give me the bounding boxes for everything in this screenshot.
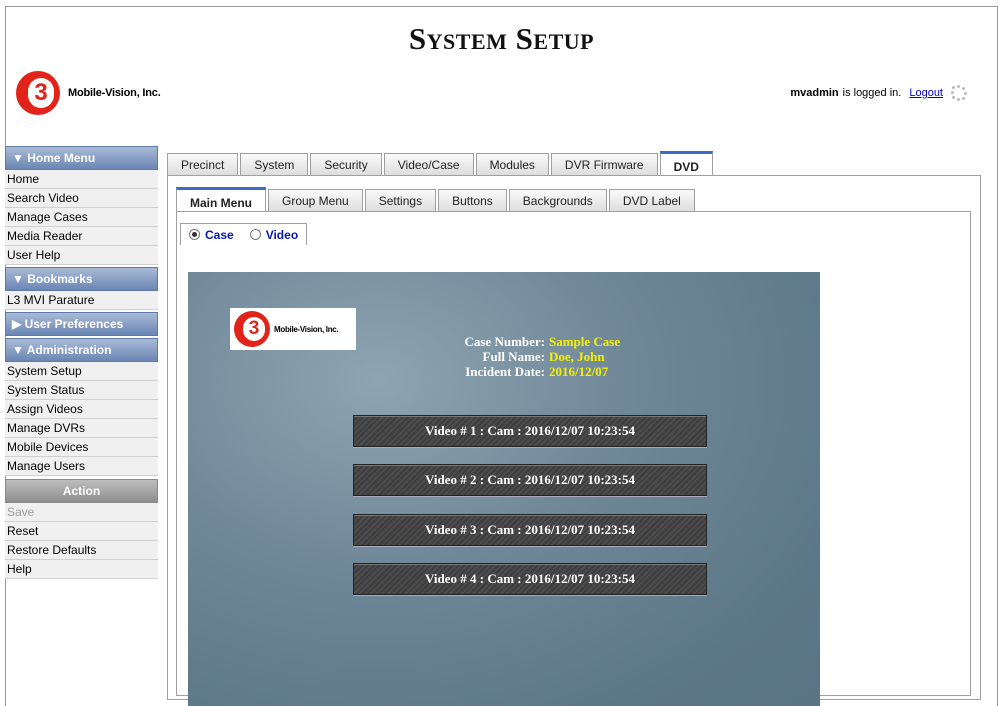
- tab-modules[interactable]: Modules: [475, 153, 549, 176]
- radio-case-label: Case: [205, 227, 234, 242]
- subtab-buttons[interactable]: Buttons: [438, 189, 507, 212]
- action-save: Save: [5, 503, 158, 522]
- company-name: Mobile-Vision, Inc.: [68, 87, 161, 99]
- sidebar-item-manage-dvrs[interactable]: Manage DVRs: [5, 419, 158, 438]
- subtab-settings[interactable]: Settings: [364, 189, 437, 212]
- logout-link[interactable]: Logout: [909, 87, 943, 99]
- sidebar-item-manage-cases[interactable]: Manage Cases: [5, 208, 158, 227]
- case-info: Case Number: Sample Case Full Name: Doe,…: [348, 334, 620, 379]
- full-name-row: Full Name: Doe, John: [482, 349, 605, 364]
- subtab-group-menu[interactable]: Group Menu: [268, 189, 363, 212]
- video-button-2[interactable]: Video # 2 : Cam : 2016/12/07 10:23:54: [353, 464, 707, 496]
- radio-video[interactable]: Video: [249, 227, 299, 242]
- dvd-subtabs: Main Menu Group Menu Settings Buttons Ba…: [176, 187, 697, 213]
- user-preferences-header[interactable]: ▶ User Preferences: [5, 312, 158, 336]
- preview-company-name: Mobile-Vision, Inc.: [274, 324, 339, 334]
- action-restore-defaults[interactable]: Restore Defaults: [5, 541, 158, 560]
- video-button-3[interactable]: Video # 3 : Cam : 2016/12/07 10:23:54: [353, 514, 707, 546]
- bookmarks-header[interactable]: ▼ Bookmarks: [5, 267, 158, 291]
- sidebar-item-user-help[interactable]: User Help: [5, 246, 158, 265]
- logged-in-text: is logged in.: [842, 87, 902, 99]
- page-title-text: System Setup: [408, 21, 595, 56]
- subtab-backgrounds[interactable]: Backgrounds: [508, 189, 607, 212]
- l3-logo-icon: 3: [16, 71, 60, 115]
- main-tabs: Precinct System Security Video/Case Modu…: [167, 151, 981, 177]
- login-status: mvadmin is logged in. Logout: [790, 85, 967, 101]
- tab-precinct[interactable]: Precinct: [167, 153, 239, 176]
- administration-header[interactable]: ▼ Administration: [5, 338, 158, 362]
- dvd-tab-panel: Main Menu Group Menu Settings Buttons Ba…: [167, 175, 981, 706]
- sidebar-item-assign-videos[interactable]: Assign Videos: [5, 400, 158, 419]
- home-menu-list: Home Search Video Manage Cases Media Rea…: [5, 170, 158, 265]
- radio-dot-icon: [249, 229, 261, 240]
- action-reset[interactable]: Reset: [5, 522, 158, 541]
- sidebar-item-media-reader[interactable]: Media Reader: [5, 227, 158, 246]
- tab-security[interactable]: Security: [310, 153, 382, 176]
- page-title: System Setup: [6, 21, 997, 57]
- sidebar-item-manage-users[interactable]: Manage Users: [5, 457, 158, 476]
- tab-dvr-firmware[interactable]: DVR Firmware: [550, 153, 658, 176]
- subtab-main-menu[interactable]: Main Menu: [176, 187, 266, 213]
- sidebar-item-system-status[interactable]: System Status: [5, 381, 158, 400]
- case-number-row: Case Number: Sample Case: [464, 334, 621, 349]
- sidebar: ▼ Home Menu Home Search Video Manage Cas…: [5, 146, 158, 579]
- tab-video-case[interactable]: Video/Case: [383, 153, 474, 176]
- dvd-menu-preview: 3 Mobile-Vision, Inc. Case Number: Sampl…: [188, 272, 820, 706]
- radio-video-label: Video: [265, 227, 299, 242]
- menu-type-radio-group: Case Video: [180, 223, 308, 245]
- main-content: Precinct System Security Video/Case Modu…: [167, 151, 981, 706]
- video-button-1[interactable]: Video # 1 : Cam : 2016/12/07 10:23:54: [353, 415, 707, 447]
- home-menu-header[interactable]: ▼ Home Menu: [5, 146, 158, 170]
- subtab-dvd-label[interactable]: DVD Label: [608, 189, 695, 212]
- loading-spinner-icon: [951, 85, 967, 101]
- sidebar-item-mobile-devices[interactable]: Mobile Devices: [5, 438, 158, 457]
- action-header: Action: [5, 479, 158, 503]
- radio-dot-icon: [189, 229, 200, 240]
- video-button-4[interactable]: Video # 4 : Cam : 2016/12/07 10:23:54: [353, 563, 707, 595]
- tab-dvd[interactable]: DVD: [659, 151, 713, 177]
- l3-logo-icon: 3: [234, 311, 270, 347]
- radio-case[interactable]: Case: [189, 228, 234, 242]
- tab-system[interactable]: System: [240, 153, 309, 176]
- preview-logo: 3 Mobile-Vision, Inc.: [230, 308, 356, 350]
- sidebar-item-system-setup[interactable]: System Setup: [5, 362, 158, 381]
- sidebar-item-l3-mvi-parature[interactable]: L3 MVI Parature: [5, 291, 158, 310]
- incident-date-row: Incident Date: 2016/12/07: [465, 364, 609, 379]
- company-logo: 3 Mobile-Vision, Inc.: [16, 71, 161, 115]
- sidebar-item-search-video[interactable]: Search Video: [5, 189, 158, 208]
- sidebar-item-home[interactable]: Home: [5, 170, 158, 189]
- administration-list: System Setup System Status Assign Videos…: [5, 362, 158, 476]
- username: mvadmin: [790, 87, 839, 99]
- action-list: Save Reset Restore Defaults Help: [5, 503, 158, 579]
- action-help[interactable]: Help: [5, 560, 158, 579]
